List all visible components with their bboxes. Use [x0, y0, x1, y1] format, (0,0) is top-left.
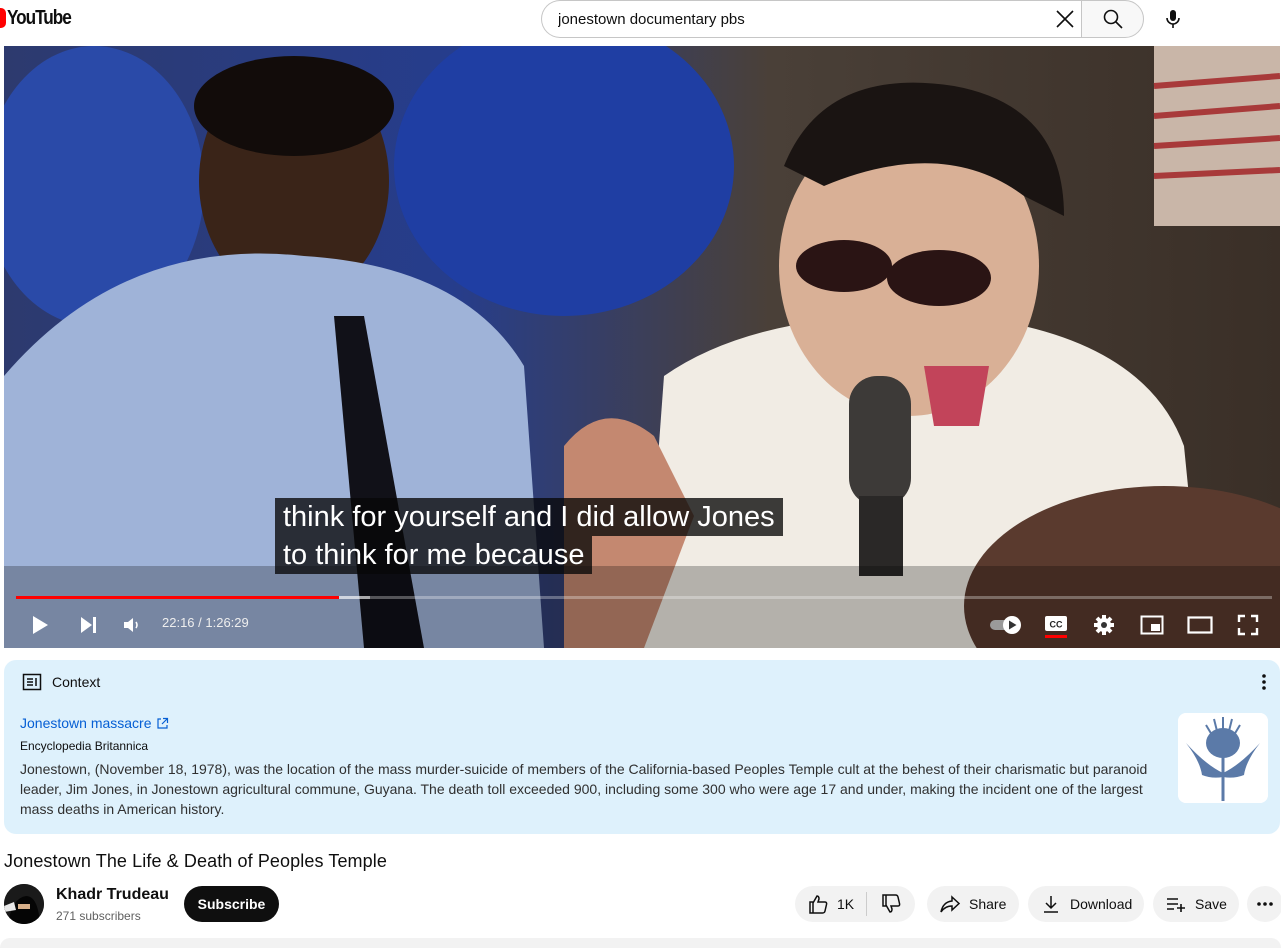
- video-title: Jonestown The Life & Death of Peoples Te…: [4, 851, 387, 871]
- context-more-button[interactable]: [1254, 672, 1274, 692]
- subscriber-count: 271 subscribers: [56, 909, 141, 923]
- channel-name[interactable]: Khadr Trudeau: [56, 886, 169, 904]
- context-panel: Context Jonestown massacre Encyclopedia …: [4, 660, 1280, 834]
- download-label: Download: [1070, 896, 1133, 912]
- next-button[interactable]: [72, 612, 104, 638]
- more-horiz-icon: [1257, 902, 1273, 906]
- mic-icon: [1166, 10, 1180, 28]
- logo-text: YouTube: [7, 6, 72, 29]
- britannica-thistle-logo: [1178, 713, 1268, 803]
- miniplayer-icon: [1140, 615, 1164, 635]
- masthead: YouTube: [0, 0, 1281, 46]
- play-icon: [33, 616, 48, 634]
- share-label: Share: [969, 896, 1007, 912]
- context-source: Encyclopedia Britannica: [20, 739, 149, 753]
- autoplay-toggle[interactable]: [986, 612, 1026, 638]
- settings-icon: [1094, 615, 1114, 635]
- context-body: Jonestown, (November 18, 1978), was the …: [20, 761, 1148, 817]
- share-icon: [940, 895, 961, 913]
- download-button[interactable]: Download: [1028, 886, 1144, 922]
- context-heading: Context: [52, 674, 101, 690]
- more-vert-icon: [1262, 674, 1266, 690]
- progress-played: [16, 596, 339, 599]
- download-icon: [1044, 896, 1058, 913]
- context-link[interactable]: Jonestown massacre: [20, 715, 169, 731]
- svg-text:CC: CC: [1050, 620, 1063, 630]
- info-panel-icon: [22, 673, 42, 691]
- caption-line: to think for me because: [275, 536, 593, 574]
- settings-button[interactable]: [1088, 610, 1120, 640]
- thumbs-up-icon: [809, 895, 828, 914]
- save-button[interactable]: Save: [1153, 886, 1239, 922]
- like-button[interactable]: 1K: [795, 886, 865, 922]
- youtube-logo-icon: [0, 8, 6, 28]
- video-player[interactable]: think for yourself and I did allow Jones…: [4, 46, 1280, 648]
- context-link-label: Jonestown massacre: [20, 715, 152, 731]
- volume-button[interactable]: [118, 612, 146, 638]
- search-icon: [1103, 9, 1123, 29]
- next-icon: [81, 617, 96, 633]
- description-box-edge: [0, 938, 1281, 948]
- like-count: 1K: [837, 896, 855, 912]
- caption-line: think for yourself and I did allow Jones: [275, 498, 783, 536]
- share-button[interactable]: Share: [927, 886, 1019, 922]
- dislike-button[interactable]: [867, 886, 915, 922]
- thumbs-down-icon: [882, 894, 901, 913]
- playlist-add-icon: [1167, 898, 1185, 912]
- channel-avatar[interactable]: [4, 884, 44, 924]
- more-actions-button[interactable]: [1247, 886, 1281, 922]
- search-input[interactable]: [558, 1, 1038, 37]
- autoplay-toggle-icon: [990, 616, 1021, 634]
- fullscreen-icon: [1237, 614, 1259, 636]
- voice-search-button[interactable]: [1156, 3, 1190, 35]
- progress-bar[interactable]: [16, 596, 1272, 599]
- cc-icon: CC: [1045, 616, 1067, 638]
- fullscreen-button[interactable]: [1232, 610, 1264, 640]
- youtube-logo[interactable]: YouTube: [0, 7, 81, 29]
- avatar-image: [4, 884, 44, 924]
- miniplayer-button[interactable]: [1136, 610, 1168, 640]
- volume-icon: [124, 618, 138, 632]
- external-link-icon: [156, 717, 168, 729]
- search-box[interactable]: [541, 0, 1081, 38]
- clear-icon: [1056, 10, 1074, 28]
- like-dislike-group: 1K: [795, 886, 915, 922]
- play-button[interactable]: [24, 612, 56, 638]
- save-label: Save: [1195, 896, 1227, 912]
- clear-search-button[interactable]: [1050, 4, 1080, 34]
- subscribe-button[interactable]: Subscribe: [184, 886, 279, 922]
- captions-overlay: think for yourself and I did allow Jones…: [275, 498, 783, 574]
- captions-button[interactable]: CC: [1040, 609, 1072, 641]
- time-display: 22:16 / 1:26:29: [162, 615, 249, 630]
- search-button[interactable]: [1081, 0, 1144, 38]
- theater-icon: [1187, 616, 1213, 634]
- theater-mode-button[interactable]: [1184, 610, 1216, 640]
